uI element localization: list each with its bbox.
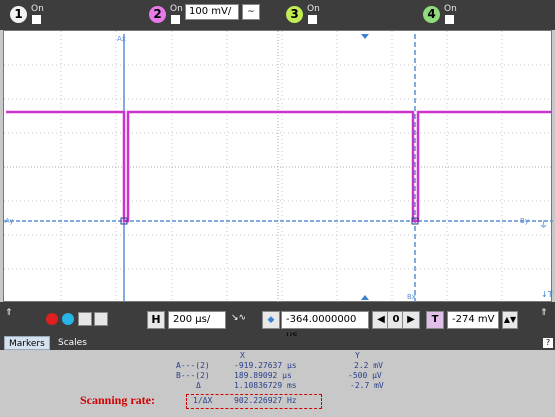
channel-2-coupling-button[interactable]: ~ bbox=[242, 4, 260, 20]
trigger-level-field[interactable]: -274 mV bbox=[447, 311, 499, 329]
col-y-header: Y bbox=[355, 351, 360, 360]
record-button[interactable] bbox=[46, 313, 58, 325]
scanning-rate-highlight-box bbox=[186, 394, 322, 409]
channel-4-state: On bbox=[444, 4, 457, 14]
marker-b-x: 189.89092 µs bbox=[234, 371, 292, 380]
trigger-label: T bbox=[426, 311, 444, 329]
position-field[interactable]: -364.0000000 µs bbox=[281, 311, 369, 341]
marker-b-y: -500 µV bbox=[348, 371, 382, 380]
channel-2-scale-field[interactable]: 100 mV/ bbox=[185, 4, 239, 20]
trigger-step-icon[interactable]: ▲▼ bbox=[502, 311, 518, 329]
channel-3-toggle[interactable] bbox=[308, 15, 317, 24]
tab-scales[interactable]: Scales bbox=[54, 336, 91, 350]
cursor-by-label: By bbox=[520, 217, 529, 225]
channel-2-state: On bbox=[170, 4, 183, 14]
run-button[interactable] bbox=[62, 313, 74, 325]
channel-4-badge[interactable]: 4 bbox=[423, 6, 440, 23]
ground-marker-icon: ⏚ bbox=[539, 220, 548, 231]
control-bar: ⇑ H 200 µs/ ↘∿ ◆ -364.0000000 µs ◀ 0 ▶ T… bbox=[0, 302, 555, 341]
cursor-b-label: Bx bbox=[407, 293, 416, 301]
auto-button[interactable] bbox=[94, 312, 108, 326]
cursor-a-label: Ax bbox=[117, 35, 126, 43]
delta-y: -2.7 mV bbox=[350, 381, 384, 390]
expand-icon[interactable]: ⇑ bbox=[5, 308, 13, 318]
trigger-position-marker-top bbox=[361, 34, 369, 39]
marker-a-y: 2.2 mV bbox=[354, 361, 383, 370]
timebase-label: H bbox=[147, 311, 165, 329]
delta-label: Δ bbox=[196, 381, 201, 390]
col-x-header: X bbox=[240, 351, 245, 360]
scanning-rate-annotation: Scanning rate: bbox=[80, 393, 155, 407]
trigger-position-marker-bottom bbox=[361, 295, 369, 300]
marker-a-label: A---(2) bbox=[176, 361, 210, 370]
trigger-level-icon: ↓T bbox=[541, 290, 553, 299]
tab-markers[interactable]: Markers bbox=[4, 336, 50, 350]
channel-4-toggle[interactable] bbox=[445, 15, 454, 24]
bottom-tabs: Markers Scales ? bbox=[0, 336, 555, 350]
channel-1-state: On bbox=[31, 4, 44, 14]
channel-1-badge[interactable]: 1 bbox=[10, 6, 27, 23]
channel-2-badge[interactable]: 2 bbox=[149, 6, 166, 23]
help-icon[interactable]: ? bbox=[543, 338, 553, 348]
timebase-field[interactable]: 200 µs/ bbox=[168, 311, 226, 329]
expand-right-icon[interactable]: ⇑ bbox=[540, 308, 548, 318]
channel-2-toggle[interactable] bbox=[171, 15, 180, 24]
channel-2-trace bbox=[6, 110, 552, 223]
cursor-ay-label: Ay bbox=[5, 217, 13, 225]
marker-a-x: -919.27637 µs bbox=[234, 361, 297, 370]
position-marker-icon[interactable]: ◆ bbox=[262, 311, 280, 329]
marker-b-label: B---(2) bbox=[176, 371, 210, 380]
waveform-display[interactable]: Ax Bx Ay By ↓T ⏚ bbox=[3, 30, 553, 303]
channel-1-toggle[interactable] bbox=[32, 15, 41, 24]
delta-x: 1.10836729 ms bbox=[234, 381, 297, 390]
waveform-svg: Ax Bx Ay By ↓T ⏚ bbox=[4, 31, 553, 303]
channel-3-badge[interactable]: 3 bbox=[286, 6, 303, 23]
channel-3-state: On bbox=[307, 4, 320, 14]
channel-bar: 1 On 2 On 100 mV/ ~ 3 On 4 On bbox=[0, 0, 555, 30]
zoom-toggle-icon[interactable]: ↘∿ bbox=[231, 313, 246, 323]
single-shot-button[interactable] bbox=[78, 312, 92, 326]
nav-next-button[interactable]: ▶ bbox=[402, 311, 420, 329]
